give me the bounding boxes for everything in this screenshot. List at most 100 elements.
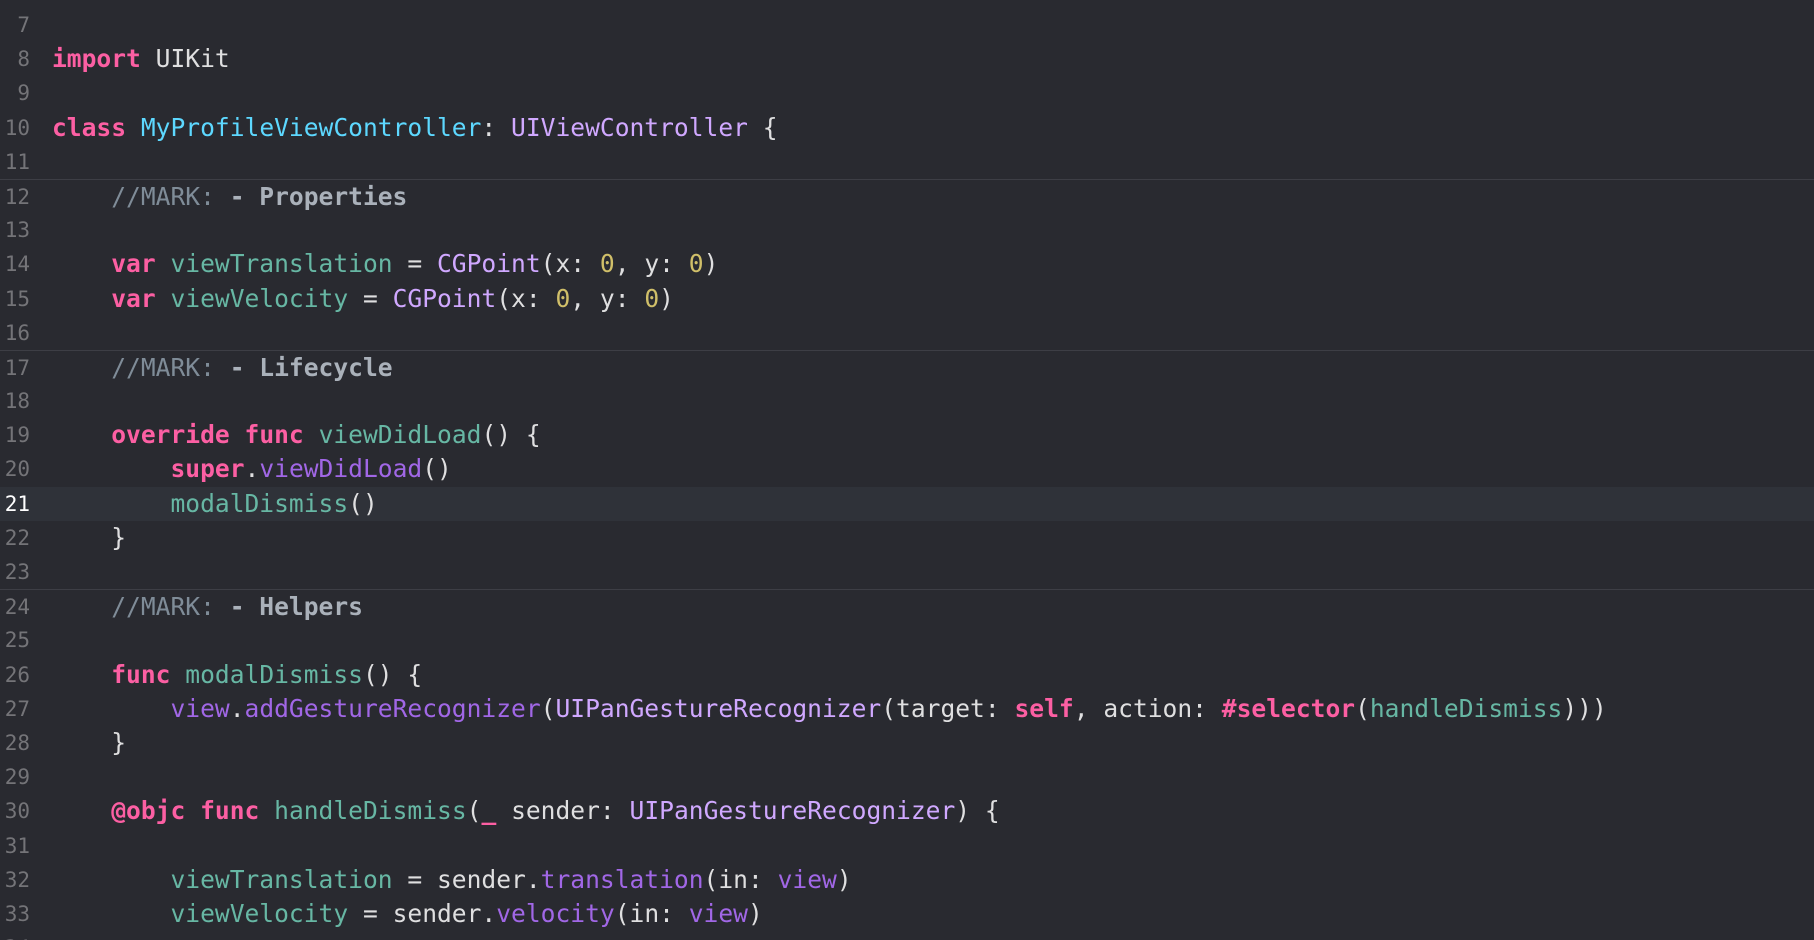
line-number: 21 [4,491,30,516]
line-number: 25 [4,628,30,653]
code-line[interactable]: 9 [0,76,1814,110]
code-token: } [52,522,127,552]
code-line[interactable]: 7 [0,8,1814,42]
code-line[interactable]: 10 class MyProfileViewController: UIViewC… [0,111,1814,145]
code-token: ))) [1562,693,1607,723]
code-token: UIViewController [511,112,748,142]
code-line[interactable]: 18 [0,384,1814,418]
code-text: //MARK: - Lifecycle [52,351,392,385]
line-number: 11 [4,149,30,174]
code-token: UIPanGestureRecognizer [629,796,956,826]
code-text: super.viewDidLoad() [52,452,452,486]
code-token: #selector [1221,693,1356,723]
code-line[interactable]: 15 var viewVelocity = CGPoint(x: 0, y: 0… [0,282,1814,316]
code-token: MyProfileViewController [140,112,482,142]
line-number: 15 [4,286,30,311]
code-token: (x: [540,249,600,279]
code-line[interactable]: 13 [0,213,1814,247]
code-token: () [422,454,452,484]
code-token: self [1014,693,1074,723]
code-line[interactable]: 26 func modalDismiss() { [0,658,1814,692]
code-token: super [170,454,245,484]
code-token: UIPanGestureRecognizer [555,693,882,723]
code-token: ) [659,283,674,313]
code-token: UIKit [140,44,230,74]
code-token: } [52,727,127,757]
code-line[interactable]: 27 view.addGestureRecognizer(UIPanGestur… [0,692,1814,726]
code-token: (in: [614,898,689,928]
code-line[interactable]: 33 viewVelocity = sender.velocity(in: vi… [0,897,1814,931]
code-token: 0 [555,283,571,313]
code-token: viewDidLoad [259,454,423,484]
code-line[interactable]: 24 //MARK: - Helpers [0,589,1814,623]
code-line[interactable]: 28 } [0,726,1814,760]
code-line[interactable]: 11 [0,145,1814,179]
line-number: 33 [4,901,30,926]
code-text: viewTranslation = sender.translation(in:… [52,863,851,897]
code-line[interactable]: 25 [0,623,1814,657]
code-token: - Properties [229,181,408,211]
code-line[interactable]: 21 modalDismiss() [0,486,1814,521]
code-token: func [244,420,304,450]
code-token: () { [481,420,541,450]
code-line[interactable]: 34 [0,931,1814,940]
code-token: ) [703,249,719,279]
code-token: //MARK: [52,592,230,622]
code-token: func [111,659,171,689]
code-token: 0 [688,249,704,279]
code-token: = sender. [392,864,541,894]
code-line[interactable]: 12 //MARK: - Properties [0,178,1814,214]
line-number: 27 [4,696,30,721]
line-number: 26 [4,662,30,687]
code-token: (target: [881,693,1015,723]
code-line[interactable]: 32 viewTranslation = sender.translation(… [0,863,1814,897]
code-token: () [348,488,378,518]
code-text: override func viewDidLoad() { [52,418,541,452]
code-text: var viewVelocity = CGPoint(x: 0, y: 0) [52,282,674,316]
code-token: ) [747,898,763,928]
code-line[interactable]: 20 super.viewDidLoad() [0,452,1814,486]
code-token: func [200,796,260,826]
code-text: //MARK: - Properties [52,180,407,214]
line-number: 8 [17,47,30,72]
code-token: //MARK: [52,181,230,211]
code-token: ( [1355,693,1370,723]
code-editor[interactable]: 7 8 import UIKit 9 10 class MyProfileViewCont… [0,0,1814,940]
line-number: 10 [4,115,30,140]
code-text: import UIKit [52,42,230,76]
code-token: viewDidLoad [318,420,482,450]
code-token: translation [540,864,704,894]
code-token: , action: [1073,693,1222,723]
line-number: 28 [4,730,30,755]
code-token: @objc [111,796,186,826]
code-line[interactable]: 30 @objc func handleDismiss(_ sender: UI… [0,794,1814,828]
code-token: , y: [570,283,645,313]
code-line[interactable]: 17 //MARK: - Lifecycle [0,349,1814,385]
line-number: 13 [4,218,30,243]
code-token: viewVelocity [170,898,349,928]
code-token: handleDismiss [274,796,467,826]
code-text: } [52,521,126,555]
line-number: 30 [4,799,30,824]
code-line[interactable]: 8 import UIKit [0,42,1814,76]
code-line[interactable]: 19 override func viewDidLoad() { [0,418,1814,452]
code-token: , y: [614,249,689,279]
code-line[interactable]: 14 var viewTranslation = CGPoint(x: 0, y… [0,247,1814,281]
code-line[interactable]: 22 } [0,521,1814,555]
code-token: . [244,454,260,484]
code-token: addGestureRecognizer [244,693,541,723]
code-line[interactable]: 31 [0,829,1814,863]
code-line[interactable]: 29 [0,760,1814,794]
code-line[interactable]: 16 [0,316,1814,350]
code-line[interactable]: 23 [0,555,1814,589]
